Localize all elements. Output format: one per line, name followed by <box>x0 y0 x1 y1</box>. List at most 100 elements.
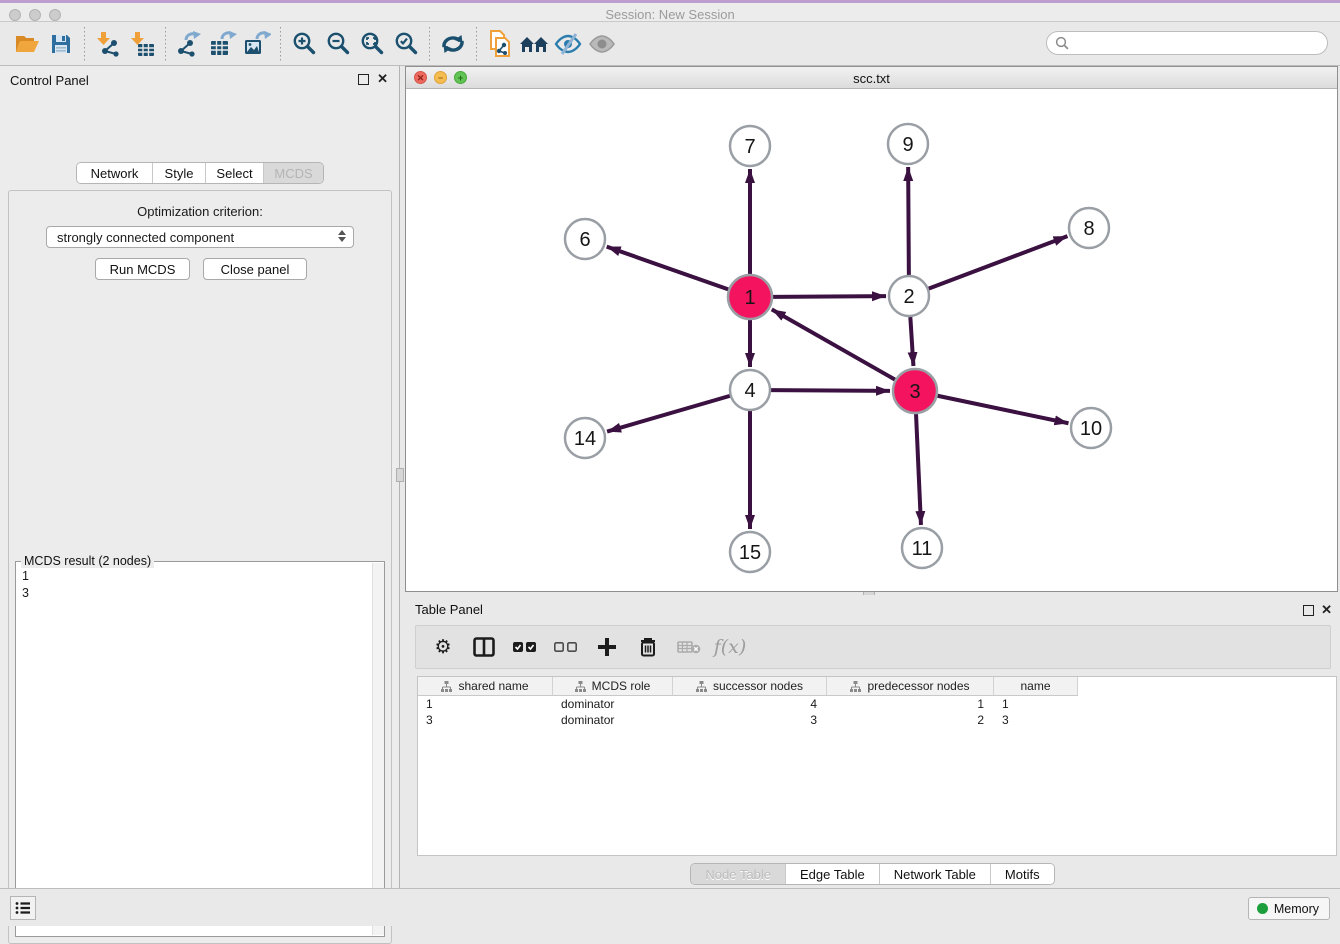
export-network-icon[interactable] <box>172 28 206 60</box>
hide-eye-icon[interactable] <box>551 28 585 60</box>
graph-edge-2-3[interactable] <box>910 317 913 366</box>
cell-predecessor-nodes[interactable]: 2 <box>827 712 994 728</box>
float-panel-icon[interactable] <box>358 74 369 85</box>
mcds-result-scrollbar[interactable] <box>372 563 384 935</box>
tab-node-table[interactable]: Node Table <box>691 864 786 884</box>
close-panel-button[interactable]: Close panel <box>203 258 307 280</box>
table-row[interactable]: 1 dominator 4 1 1 <box>418 696 1336 712</box>
houses-icon[interactable] <box>517 28 551 60</box>
cell-successor-nodes[interactable]: 4 <box>673 696 827 712</box>
network-canvas[interactable]: 7968124314101511 <box>406 89 1337 591</box>
table-tabs: Node Table Edge Table Network Table Moti… <box>405 863 1340 885</box>
cell-shared-name[interactable]: 1 <box>418 696 553 712</box>
mcds-panel: Optimization criterion: strongly connect… <box>8 190 392 944</box>
zoom-selected-icon[interactable] <box>389 28 423 60</box>
column-label: predecessor nodes <box>867 679 969 693</box>
chevron-updown-icon <box>338 230 346 242</box>
toolbar-separator <box>280 27 281 61</box>
network-view-window: ✕ − + scc.txt 7968124314101511 <box>405 66 1338 592</box>
deselect-all-icon[interactable] <box>553 634 579 660</box>
cell-name[interactable]: 3 <box>994 712 1078 728</box>
app-titlebar: Session: New Session <box>0 0 1340 22</box>
cell-successor-nodes[interactable]: 3 <box>673 712 827 728</box>
optimization-criterion-select[interactable]: strongly connected component <box>46 226 354 248</box>
split-table-icon[interactable] <box>471 634 497 660</box>
graph-edge-2-9[interactable] <box>908 167 909 275</box>
mcds-result-text[interactable]: 1 3 <box>16 564 371 936</box>
open-session-icon[interactable] <box>10 28 44 60</box>
mcds-result-box: MCDS result (2 nodes) 1 3 <box>15 561 385 937</box>
toolbar-separator <box>476 27 477 61</box>
graph-node-label-3: 3 <box>909 381 920 403</box>
cell-predecessor-nodes[interactable]: 1 <box>827 696 994 712</box>
settings-icon[interactable]: ⚙ <box>430 634 456 660</box>
close-table-panel-icon[interactable]: ✕ <box>1321 603 1332 617</box>
network-window-title: scc.txt <box>406 71 1337 86</box>
graph-node-label-8: 8 <box>1083 218 1094 240</box>
window-title: Session: New Session <box>0 7 1340 22</box>
graph-edge-3-11[interactable] <box>916 414 921 525</box>
add-column-icon[interactable] <box>594 634 620 660</box>
run-mcds-button[interactable]: Run MCDS <box>95 258 190 280</box>
network-graph[interactable]: 7968124314101511 <box>406 89 1337 591</box>
graph-edge-4-3[interactable] <box>771 390 890 391</box>
zoom-in-icon[interactable] <box>287 28 321 60</box>
delete-columns-icon[interactable] <box>635 634 661 660</box>
column-header-mcds-role[interactable]: MCDS role <box>553 677 673 696</box>
apply-layout-icon[interactable] <box>436 28 470 60</box>
node-table-header: shared name MCDS role successor nodes pr… <box>418 677 1336 696</box>
column-label: shared name <box>458 679 528 693</box>
tab-network[interactable]: Network <box>77 163 153 183</box>
select-all-icon[interactable] <box>512 634 538 660</box>
graph-node-label-6: 6 <box>579 229 590 251</box>
graph-node-label-15: 15 <box>739 542 761 564</box>
save-session-icon[interactable] <box>44 28 78 60</box>
show-eye-icon <box>585 28 619 60</box>
float-table-panel-icon[interactable] <box>1303 605 1314 616</box>
graph-edge-1-2[interactable] <box>773 296 886 297</box>
graph-node-label-2: 2 <box>903 286 914 308</box>
tab-motifs[interactable]: Motifs <box>991 864 1054 884</box>
import-table-icon[interactable] <box>125 28 159 60</box>
control-panel: Control Panel ✕ Network Style Select MCD… <box>0 66 400 888</box>
cell-name[interactable]: 1 <box>994 696 1078 712</box>
tab-network-table[interactable]: Network Table <box>880 864 991 884</box>
tab-style[interactable]: Style <box>153 163 206 183</box>
tab-select[interactable]: Select <box>206 163 264 183</box>
cell-mcds-role[interactable]: dominator <box>553 712 673 728</box>
vertical-splitter-grip[interactable] <box>396 468 404 482</box>
column-header-shared-name[interactable]: shared name <box>418 677 553 696</box>
column-type-icon <box>441 681 452 692</box>
search-field[interactable] <box>1046 31 1328 55</box>
column-header-predecessor-nodes[interactable]: predecessor nodes <box>827 677 994 696</box>
close-panel-icon[interactable]: ✕ <box>377 72 388 86</box>
zoom-out-icon[interactable] <box>321 28 355 60</box>
task-history-button[interactable] <box>10 896 36 920</box>
graph-edge-4-14[interactable] <box>607 396 730 432</box>
clone-network-icon[interactable] <box>483 28 517 60</box>
memory-button[interactable]: Memory <box>1248 897 1330 920</box>
cell-shared-name[interactable]: 3 <box>418 712 553 728</box>
export-table-icon[interactable] <box>206 28 240 60</box>
network-window-titlebar[interactable]: ✕ − + scc.txt <box>406 67 1337 89</box>
control-panel-tabs: Network Style Select MCDS <box>76 162 324 184</box>
table-row[interactable]: 3 dominator 3 2 3 <box>418 712 1336 728</box>
cell-mcds-role[interactable]: dominator <box>553 696 673 712</box>
column-header-name[interactable]: name <box>994 677 1078 696</box>
tab-edge-table[interactable]: Edge Table <box>786 864 880 884</box>
graph-edge-1-6[interactable] <box>607 247 729 290</box>
memory-status-icon <box>1257 903 1268 914</box>
graph-edge-3-1[interactable] <box>772 309 895 379</box>
search-input[interactable] <box>1074 36 1327 51</box>
graph-edge-2-8[interactable] <box>929 236 1068 288</box>
column-header-successor-nodes[interactable]: successor nodes <box>673 677 827 696</box>
column-type-icon <box>850 681 861 692</box>
tab-mcds[interactable]: MCDS <box>264 163 323 183</box>
graph-node-label-7: 7 <box>744 136 755 158</box>
table-toolbar: ⚙ f(x) <box>415 625 1331 669</box>
import-network-icon[interactable] <box>91 28 125 60</box>
graph-edge-3-10[interactable] <box>938 396 1069 424</box>
export-image-icon[interactable] <box>240 28 274 60</box>
column-type-icon <box>696 681 707 692</box>
zoom-fit-icon[interactable] <box>355 28 389 60</box>
